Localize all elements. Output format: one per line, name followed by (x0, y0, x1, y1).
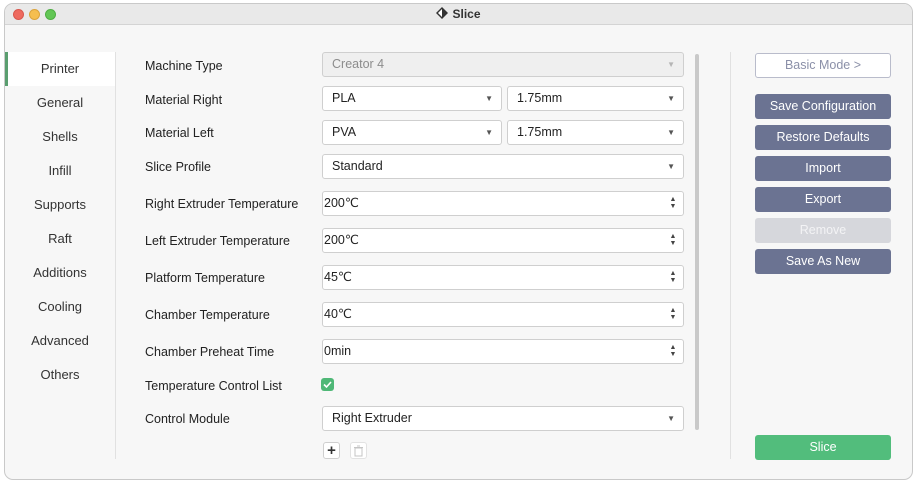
slice-profile-label: Slice Profile (145, 160, 211, 174)
import-button[interactable]: Import (755, 156, 891, 181)
chamber-preheat-time-input[interactable]: 0min ▲ ▼ (322, 339, 684, 364)
remove-button[interactable]: Remove (755, 218, 891, 243)
sidebar-item-general[interactable]: General (5, 86, 115, 120)
basic-mode-button[interactable]: Basic Mode > (755, 53, 891, 78)
material-right-diameter-select[interactable]: 1.75mm ▼ (507, 86, 684, 111)
actions-divider (730, 52, 731, 459)
right-extruder-temp-value: 200℃ (324, 196, 359, 210)
stepper-icon[interactable]: ▲ ▼ (669, 233, 677, 248)
sidebar-item-others[interactable]: Others (5, 358, 115, 392)
sidebar-item-raft[interactable]: Raft (5, 222, 115, 256)
save-as-new-button[interactable]: Save As New (755, 249, 891, 274)
temp-control-list-label: Temperature Control List (145, 379, 282, 393)
chevron-down-icon: ▼ (667, 414, 675, 423)
material-right-diameter-value: 1.75mm (517, 91, 563, 105)
material-left-value: PVA (332, 125, 357, 139)
title-bar: Slice (5, 4, 912, 25)
material-right-value: PLA (332, 91, 356, 105)
sidebar-item-infill[interactable]: Infill (5, 154, 115, 188)
chamber-preheat-time-value: 0min (324, 344, 352, 358)
chamber-temp-value: 40℃ (324, 307, 352, 321)
sidebar-item-advanced[interactable]: Advanced (5, 324, 115, 358)
chevron-down-icon: ▼ (485, 94, 493, 103)
window-title: Slice (5, 7, 912, 21)
machine-type-label: Machine Type (145, 59, 223, 73)
stepper-icon[interactable]: ▲ ▼ (669, 196, 677, 211)
stepper-icon[interactable]: ▲ ▼ (669, 307, 677, 322)
chevron-down-icon: ▼ (667, 94, 675, 103)
left-extruder-temp-input[interactable]: 200℃ ▲ ▼ (322, 228, 684, 253)
material-left-label: Material Left (145, 126, 214, 140)
checkmark-icon (323, 381, 332, 389)
machine-type-select[interactable]: Creator 4 ▼ (322, 52, 684, 77)
add-control-button[interactable]: + (323, 442, 340, 459)
chamber-preheat-time-label: Chamber Preheat Time (145, 345, 275, 359)
chevron-down-icon: ▼ (667, 162, 675, 171)
settings-sidebar: Printer General Shells Infill Supports R… (5, 52, 115, 392)
material-left-select[interactable]: PVA ▼ (322, 120, 502, 145)
sidebar-divider (115, 52, 116, 459)
export-button[interactable]: Export (755, 187, 891, 212)
stepper-icon[interactable]: ▲ ▼ (669, 270, 677, 285)
chevron-down-icon: ▼ (485, 128, 493, 137)
chamber-temp-label: Chamber Temperature (145, 308, 270, 322)
form-scrollbar[interactable] (695, 54, 699, 430)
right-extruder-temp-input[interactable]: 200℃ ▲ ▼ (322, 191, 684, 216)
left-extruder-temp-label: Left Extruder Temperature (145, 234, 290, 248)
sidebar-item-cooling[interactable]: Cooling (5, 290, 115, 324)
material-left-diameter-select[interactable]: 1.75mm ▼ (507, 120, 684, 145)
slice-button[interactable]: Slice (755, 435, 891, 460)
slice-profile-select[interactable]: Standard ▼ (322, 154, 684, 179)
sidebar-item-shells[interactable]: Shells (5, 120, 115, 154)
sidebar-item-printer[interactable]: Printer (5, 52, 115, 86)
save-configuration-button[interactable]: Save Configuration (755, 94, 891, 119)
slice-profile-value: Standard (332, 159, 383, 173)
restore-defaults-button[interactable]: Restore Defaults (755, 125, 891, 150)
material-right-label: Material Right (145, 93, 223, 107)
delete-control-button[interactable] (350, 442, 367, 459)
plus-icon: + (327, 442, 336, 459)
temp-control-list-checkbox[interactable] (321, 378, 334, 391)
control-module-select[interactable]: Right Extruder ▼ (322, 406, 684, 431)
right-extruder-temp-label: Right Extruder Temperature (145, 197, 299, 211)
sidebar-item-additions[interactable]: Additions (5, 256, 115, 290)
left-extruder-temp-value: 200℃ (324, 233, 359, 247)
material-right-select[interactable]: PLA ▼ (322, 86, 502, 111)
platform-temp-value: 45℃ (324, 270, 352, 284)
control-module-label: Control Module (145, 412, 230, 426)
machine-type-value: Creator 4 (332, 57, 385, 71)
sidebar-item-supports[interactable]: Supports (5, 188, 115, 222)
material-left-diameter-value: 1.75mm (517, 125, 563, 139)
platform-temp-input[interactable]: 45℃ ▲ ▼ (322, 265, 684, 290)
chevron-down-icon: ▼ (667, 60, 675, 69)
platform-temp-label: Platform Temperature (145, 271, 265, 285)
stepper-icon[interactable]: ▲ ▼ (669, 344, 677, 359)
control-module-value: Right Extruder (332, 411, 412, 425)
app-logo-icon (436, 7, 449, 19)
trash-icon (354, 445, 363, 457)
chamber-temp-input[interactable]: 40℃ ▲ ▼ (322, 302, 684, 327)
window-title-text: Slice (452, 7, 481, 21)
slice-window: Slice Printer General Shells Infill Supp… (4, 3, 913, 480)
chevron-down-icon: ▼ (667, 128, 675, 137)
